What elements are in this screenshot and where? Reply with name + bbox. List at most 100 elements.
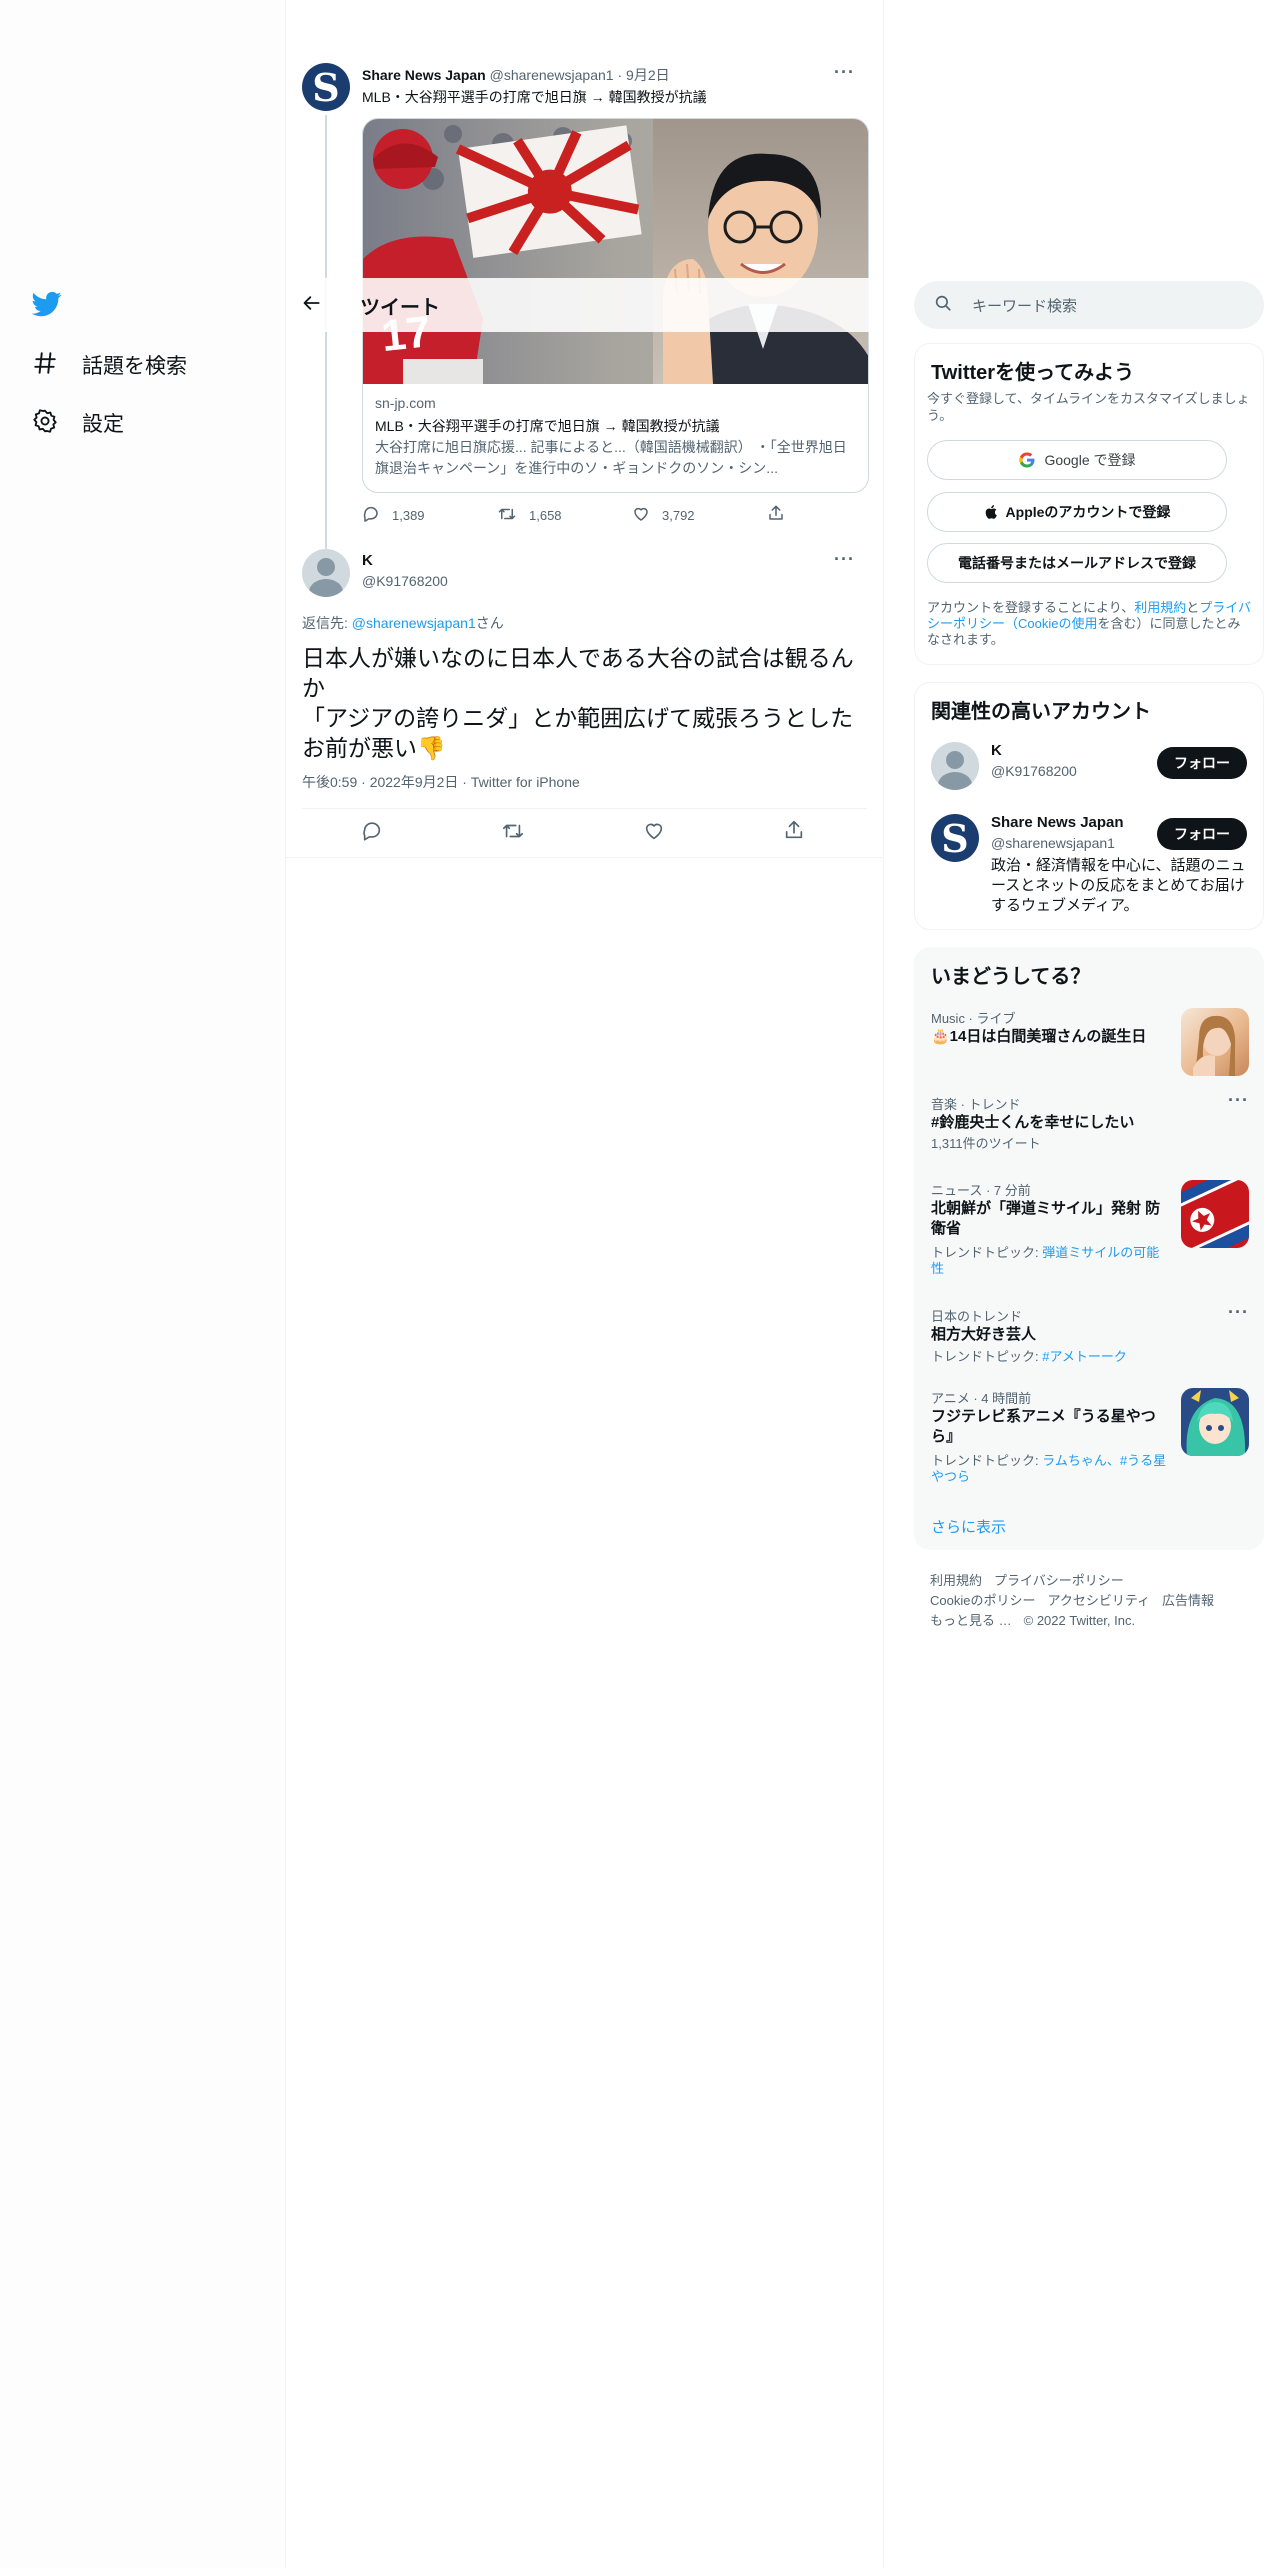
cookie-link[interactable]: Cookieの使用: [1018, 616, 1097, 631]
trend-topic-label: トレンドトピック:: [931, 1245, 1043, 1260]
like-button[interactable]: 3,792: [632, 505, 695, 526]
retweet-icon: [497, 505, 529, 526]
account-avatar-k[interactable]: [931, 742, 979, 790]
author-handle[interactable]: @sharenewsjapan1: [490, 67, 614, 83]
footer-line-3: もっと見る … © 2022 Twitter, Inc.: [930, 1610, 1147, 1629]
retweet-icon: [501, 824, 525, 846]
trend-thumbnail: [1181, 1388, 1249, 1456]
author-handle[interactable]: @K91768200: [362, 573, 448, 589]
trend-meta: 音楽 · トレンド: [931, 1097, 1021, 1112]
footer-cookie-link[interactable]: Cookieのポリシー: [930, 1593, 1035, 1608]
left-navigation: 話題を検索 設定: [0, 0, 286, 2568]
google-signup-label: Google で登録: [1044, 452, 1136, 468]
apple-icon: [984, 503, 1000, 521]
heart-icon: [632, 505, 662, 526]
nav-item-settings[interactable]: 設定: [32, 403, 124, 443]
footer-line-2: Cookieのポリシー アクセシビリティ 広告情報: [930, 1590, 1226, 1609]
terms-link[interactable]: 利用規約: [1134, 600, 1186, 615]
reply-button[interactable]: [361, 820, 383, 847]
retweet-count: 1,658: [529, 508, 562, 523]
trend-name: フジテレビ系アニメ『うる星やつら』: [931, 1408, 1156, 1445]
trend-tweet-count: 1,311件のツイート: [931, 1136, 1041, 1151]
main-tweet-avatar[interactable]: [302, 549, 350, 597]
footer-terms-link[interactable]: 利用規約: [930, 1573, 982, 1588]
apple-signup-button[interactable]: Appleのアカウントで登録: [927, 492, 1227, 532]
account-name[interactable]: K: [991, 742, 1002, 759]
parent-tweet-header: Share News Japan @sharenewsjapan1 · 9月2日: [362, 65, 670, 85]
reply-to-link[interactable]: @sharenewsjapan1: [352, 615, 476, 631]
follow-button[interactable]: フォロー: [1157, 818, 1247, 850]
trend-name: 🎂14日は白間美瑠さんの誕生日: [931, 1028, 1147, 1045]
trend-topic-link[interactable]: #アメトーーク: [1042, 1349, 1127, 1364]
twitter-logo-icon[interactable]: [31, 289, 62, 324]
retweet-button[interactable]: [501, 820, 525, 847]
legal-and: と: [1186, 600, 1200, 615]
relevant-accounts-box: 関連性の高いアカウント K @K91768200 フォロー S Share Ne…: [914, 682, 1264, 930]
phone-email-signup-button[interactable]: 電話番号またはメールアドレスで登録: [927, 543, 1227, 583]
search-box[interactable]: キーワード検索: [914, 281, 1264, 329]
google-signup-button[interactable]: Google で登録: [927, 440, 1227, 480]
author-name[interactable]: K: [362, 552, 373, 569]
retweet-button[interactable]: 1,658: [497, 505, 562, 526]
nav-item-explore[interactable]: 話題を検索: [32, 345, 187, 385]
more-options-icon[interactable]: ···: [1228, 1302, 1249, 1323]
footer-accessibility-link[interactable]: アクセシビリティ: [1047, 1593, 1150, 1608]
reply-suffix: さん: [475, 615, 504, 631]
share-button[interactable]: [783, 819, 805, 846]
divider: [302, 808, 867, 809]
avatar: S: [931, 814, 979, 862]
like-button[interactable]: [643, 820, 665, 847]
tweet-date[interactable]: 9月2日: [626, 67, 670, 83]
heart-icon: [643, 823, 665, 846]
google-icon: [1018, 451, 1036, 469]
nav-label-settings: 設定: [82, 413, 124, 436]
more-options-icon[interactable]: ···: [1228, 1090, 1249, 1111]
show-more-link[interactable]: さらに表示: [931, 1516, 1006, 1537]
reply-icon: [362, 505, 392, 526]
trend-meta: Music · ライブ: [931, 1011, 1016, 1026]
dot-separator: ·: [617, 67, 623, 83]
avatar: [302, 549, 350, 597]
account-name[interactable]: Share News Japan: [991, 814, 1124, 831]
trend-item[interactable]: 音楽 · トレンド #鈴鹿央士くんを幸せにしたい 1,311件のツイート ···: [915, 1090, 1265, 1164]
link-card-title: MLB・大谷翔平選手の打席で旭日旗 → 韓国教授が抗議: [375, 418, 720, 434]
avatar: [931, 742, 979, 790]
footer-more-link[interactable]: もっと見る …: [930, 1613, 1012, 1628]
back-arrow-icon[interactable]: [302, 293, 322, 318]
trend-item[interactable]: 日本のトレンド 相方大好き芸人 トレンドトピック: #アメトーーク ···: [915, 1302, 1265, 1372]
search-placeholder: キーワード検索: [972, 297, 1078, 315]
share-button[interactable]: [767, 504, 797, 525]
trend-thumbnail: [1181, 1180, 1249, 1248]
author-name[interactable]: Share News Japan: [362, 67, 486, 83]
reply-prefix: 返信先:: [302, 615, 352, 631]
trend-topic: トレンドトピック: #アメトーーク: [931, 1349, 1127, 1365]
tweet-timestamp[interactable]: 午後0:59 · 2022年9月2日 · Twitter for iPhone: [302, 772, 580, 792]
trend-item[interactable]: Music · ライブ 🎂14日は白間美瑠さんの誕生日: [915, 1008, 1265, 1088]
account-avatar-sharenews[interactable]: S: [931, 814, 979, 862]
trend-name: #鈴鹿央士くんを幸せにしたい: [931, 1114, 1135, 1131]
account-handle[interactable]: @K91768200: [991, 763, 1077, 779]
account-bio: 政治・経済情報を中心に、話題のニュースとネットの反応をまとめてお届けするウェブメ…: [991, 857, 1246, 914]
thread-connector-line: [325, 115, 327, 555]
link-card-domain: sn-jp.com: [375, 395, 436, 411]
trend-item[interactable]: アニメ · 4 時間前 フジテレビ系アニメ『うる星やつら』 トレンドトピック: …: [915, 1388, 1265, 1498]
footer-ads-link[interactable]: 広告情報: [1162, 1593, 1214, 1608]
parent-tweet-avatar[interactable]: S: [302, 63, 350, 111]
reply-icon: [361, 822, 383, 846]
more-options-icon[interactable]: ···: [834, 549, 855, 570]
footer-line-1: 利用規約 プライバシーポリシー: [930, 1570, 1136, 1589]
trend-meta: 日本のトレンド: [931, 1309, 1023, 1324]
like-count: 3,792: [662, 508, 695, 523]
apple-signup-label: Appleのアカウントで登録: [1005, 504, 1171, 520]
page-header: ツイート: [286, 278, 883, 332]
account-handle[interactable]: @sharenewsjapan1: [991, 835, 1115, 851]
trends-box: いまどうしてる？ Music · ライブ 🎂14日は白間美瑠さんの誕生日 音楽 …: [914, 947, 1264, 1550]
more-options-icon[interactable]: ···: [834, 62, 855, 83]
trend-topic: トレンドトピック: 弾道ミサイルの可能性: [931, 1245, 1171, 1277]
trend-meta: ニュース · 7 分前: [931, 1183, 1031, 1198]
tweet-text-line-2-body: 「アジアの誇りニダ」とか範囲広げて威張ろうとしたお前が悪い: [302, 705, 854, 761]
follow-button[interactable]: フォロー: [1157, 747, 1247, 779]
trend-item[interactable]: ニュース · 7 分前 北朝鮮が「弾道ミサイル」発射 防衛省 トレンドトピック:…: [915, 1180, 1265, 1290]
reply-button[interactable]: 1,389: [362, 505, 425, 526]
footer-privacy-link[interactable]: プライバシーポリシー: [994, 1573, 1124, 1588]
